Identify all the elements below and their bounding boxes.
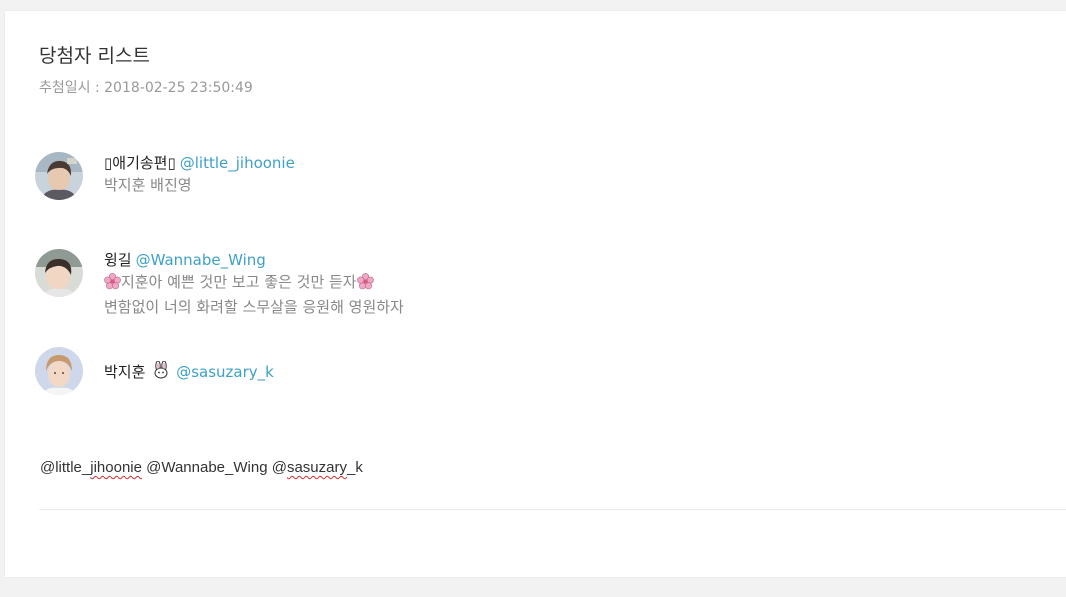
mention-part: @ [271, 459, 287, 476]
avatar[interactable] [35, 347, 83, 395]
page-title: 당첨자 리스트 [39, 45, 150, 67]
winner-list-card: 당첨자 리스트 추첨일시 : 2018-02-25 23:50:49 ▯애기송편… [5, 11, 1066, 577]
winner-handle-link[interactable]: @little_jihoonie [180, 154, 295, 172]
winner-name: 애기송편 [112, 154, 168, 172]
winner-handle-link[interactable]: @Wannabe_Wing [136, 251, 266, 269]
mention-part: _k [346, 459, 363, 476]
winner-handle-link[interactable]: @sasuzary_k [176, 363, 274, 381]
avatar[interactable] [35, 249, 83, 297]
cherry-blossom-icon [356, 273, 374, 296]
avatar[interactable] [35, 152, 83, 200]
mention-part: @Wannabe_Wing [146, 459, 268, 476]
winner-name-line: ▯애기송편▯ @little_jihoonie [104, 152, 295, 174]
winner-message-text: 지훈아 예쁜 것만 보고 좋은 것만 듣자 [121, 273, 357, 291]
mentions-text[interactable]: @little_jihoonie @Wannabe_Wing @sasuzary… [40, 459, 363, 476]
winner-message-line: 박지훈 배진영 [104, 176, 192, 194]
winner-name: 박지훈 [104, 363, 146, 381]
misspelled-word: sasuzary [286, 459, 347, 476]
divider [39, 509, 1066, 510]
rabbit-icon [152, 360, 170, 385]
misspelled-word: jihoonie [90, 459, 142, 476]
cherry-blossom-icon [104, 273, 121, 296]
winner-body: 윙길 @Wannabe_Wing 지훈아 예쁜 것만 보고 좋은 것만 듣자 변… [104, 249, 404, 318]
winner-body: ▯애기송편▯ @little_jihoonie 박지훈 배진영 [104, 152, 295, 196]
winner-message-line: 변함없이 너의 화려할 스무살을 응원해 영원하자 [104, 298, 404, 316]
winner-name-line: 박지훈 @sasuzary_k [104, 360, 274, 385]
winner-name: 윙길 [104, 251, 132, 269]
winner-message-line: 지훈아 예쁜 것만 보고 좋은 것만 듣자 [104, 271, 404, 296]
draw-datetime: 추첨일시 : 2018-02-25 23:50:49 [39, 80, 253, 96]
winner-body: 박지훈 @sasuzary_k [104, 360, 274, 385]
mention-part: @little_ [40, 459, 91, 476]
missing-glyph-icon: ▯ [167, 154, 176, 172]
winner-name-line: 윙길 @Wannabe_Wing [104, 249, 404, 271]
